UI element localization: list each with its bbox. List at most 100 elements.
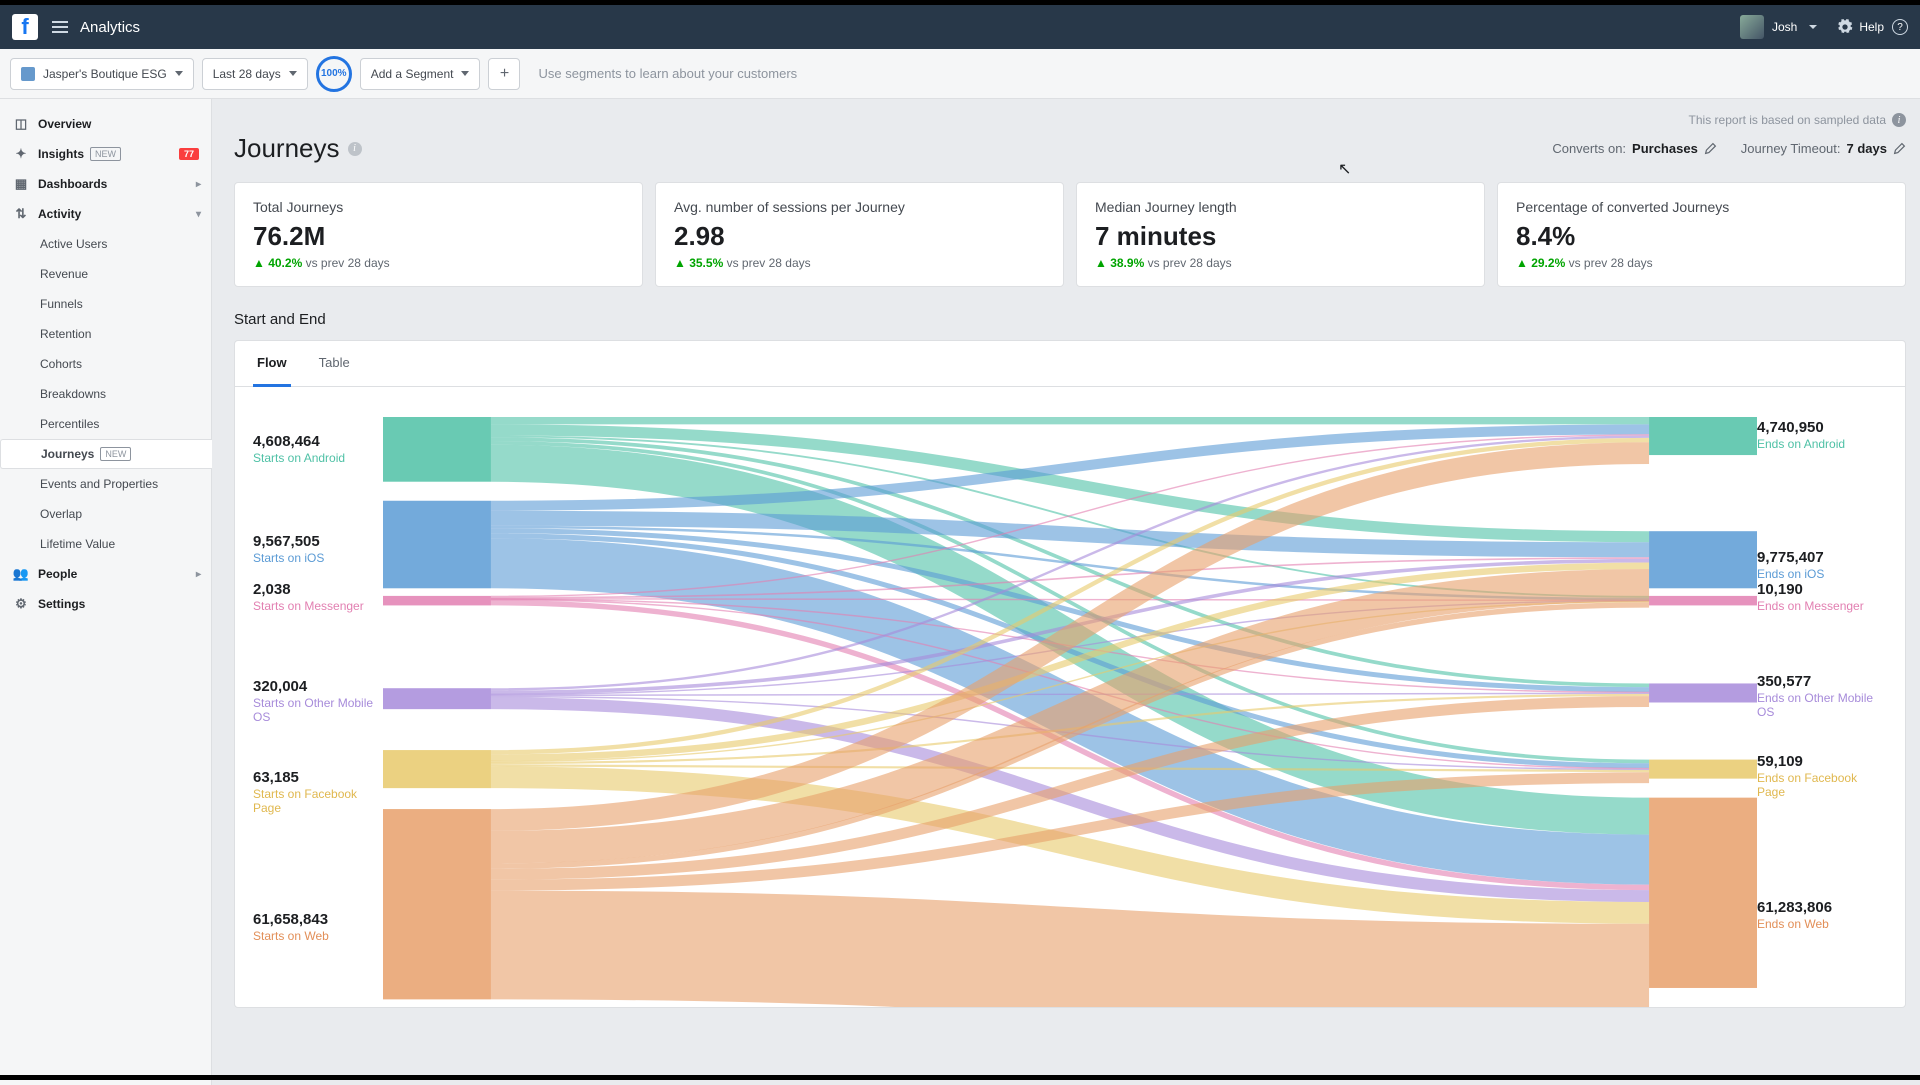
dashboards-icon: ▦ (12, 176, 30, 192)
kpi-delta: ▲ 40.2% vs prev 28 days (253, 256, 624, 270)
sankey-label: 9,775,407Ends on iOS (1757, 549, 1824, 581)
tab-flow[interactable]: Flow (253, 341, 291, 387)
kpi-card: Total Journeys76.2M▲ 40.2% vs prev 28 da… (234, 182, 643, 287)
chevron-down-icon: ▾ (196, 209, 201, 220)
help-label: Help (1859, 20, 1884, 34)
sidebar-label: Overview (38, 117, 91, 131)
kpi-delta: ▲ 29.2% vs prev 28 days (1516, 256, 1887, 270)
sidebar-label: Journeys (41, 447, 94, 461)
kpi-value: 2.98 (674, 221, 1045, 252)
sample-percent-indicator[interactable]: 100% (316, 56, 352, 92)
sidebar-item-breakdowns[interactable]: Breakdowns (0, 379, 211, 409)
sidebar-item-active-users[interactable]: Active Users (0, 229, 211, 259)
tabs: Flow Table (235, 341, 1905, 387)
people-icon: 👥 (12, 566, 30, 582)
sidebar-item-percentiles[interactable]: Percentiles (0, 409, 211, 439)
sidebar-item-funnels[interactable]: Funnels (0, 289, 211, 319)
add-segment-button[interactable]: Add a Segment (360, 58, 481, 90)
chevron-down-icon (1809, 25, 1817, 29)
sankey-label: 320,004Starts on Other Mobile OS (253, 678, 383, 725)
kpi-label: Percentage of converted Journeys (1516, 199, 1887, 215)
sidebar-item-dashboards[interactable]: ▦ Dashboards ▸ (0, 169, 211, 199)
sidebar: ◫ Overview ✦ Insights NEW 77 ▦ Dashboard… (0, 99, 212, 1085)
filter-bar: Jasper's Boutique ESG Last 28 days 100% … (0, 49, 1920, 99)
sankey-label: 2,038Starts on Messenger (253, 581, 364, 613)
kpi-card: Avg. number of sessions per Journey 2.98 ▲… (655, 182, 1064, 287)
sample-note-text: This report is based on sampled data (1689, 113, 1886, 127)
sample-note: This report is based on sampled data i (234, 113, 1906, 127)
count-badge: 77 (179, 148, 199, 160)
help-button[interactable]: Help ? (1859, 19, 1908, 35)
sankey-label: 10,190Ends on Messenger (1757, 581, 1864, 613)
sidebar-label: Percentiles (40, 417, 99, 431)
page-header: Journeys i ↖ Converts on: Purchases Jour… (234, 133, 1906, 164)
sankey-label: 4,740,950Ends on Android (1757, 419, 1845, 451)
sidebar-item-lifetime-value[interactable]: Lifetime Value (0, 529, 211, 559)
segment-hint: Use segments to learn about your custome… (538, 66, 797, 81)
sankey-label: 9,567,505Starts on iOS (253, 533, 324, 565)
tab-table[interactable]: Table (315, 341, 354, 386)
cursor-icon: ↖ (1338, 159, 1351, 179)
sidebar-label: Settings (38, 597, 85, 611)
sidebar-item-events-and-properties[interactable]: Events and Properties (0, 469, 211, 499)
sankey-label: 63,185Starts on Facebook Page (253, 769, 383, 816)
sidebar-item-insights[interactable]: ✦ Insights NEW 77 (0, 139, 211, 169)
sidebar-label: Retention (40, 327, 91, 341)
project-name: Jasper's Boutique ESG (43, 67, 167, 81)
sidebar-item-settings[interactable]: ⚙ Settings (0, 589, 211, 619)
chevron-down-icon (461, 71, 469, 76)
sidebar-label: Insights (38, 147, 84, 161)
sidebar-item-people[interactable]: 👥 People ▸ (0, 559, 211, 589)
sidebar-label: Dashboards (38, 177, 107, 191)
chevron-right-icon: ▸ (196, 569, 201, 580)
converts-on[interactable]: Converts on: Purchases (1552, 141, 1716, 156)
top-bar: f Analytics Josh Help ? (0, 5, 1920, 49)
date-range-selector[interactable]: Last 28 days (202, 58, 308, 90)
sidebar-item-activity[interactable]: ⇅ Activity ▾ (0, 199, 211, 229)
kpi-card: Percentage of converted Journeys 8.4% ▲ 29… (1497, 182, 1906, 287)
sidebar-label: Breakdowns (40, 387, 106, 401)
sidebar-item-revenue[interactable]: Revenue (0, 259, 211, 289)
sidebar-item-cohorts[interactable]: Cohorts (0, 349, 211, 379)
sample-percent-value: 100% (321, 68, 347, 79)
kpi-value: 7 minutes (1095, 221, 1466, 252)
section-title: Start and End (234, 311, 1906, 340)
meta-label: Converts on: (1552, 141, 1626, 156)
sankey-label: 61,283,806Ends on Web (1757, 899, 1832, 931)
sidebar-label: Lifetime Value (40, 537, 115, 551)
info-icon[interactable]: i (1892, 113, 1906, 127)
pencil-icon (1893, 142, 1906, 155)
chevron-right-icon: ▸ (196, 179, 201, 190)
sidebar-label: Overlap (40, 507, 82, 521)
sidebar-item-overview[interactable]: ◫ Overview (0, 109, 211, 139)
sidebar-label: Active Users (40, 237, 107, 251)
settings-button[interactable] (1837, 19, 1853, 35)
kpi-label: Avg. number of sessions per Journey (674, 199, 1045, 215)
user-menu[interactable]: Josh (1740, 15, 1817, 39)
project-selector[interactable]: Jasper's Boutique ESG (10, 58, 194, 90)
sankey-label: 61,658,843Starts on Web (253, 911, 329, 943)
sidebar-label: Activity (38, 207, 81, 221)
meta-value: 7 days (1847, 141, 1887, 156)
avatar (1740, 15, 1764, 39)
kpi-delta: ▲ 38.9% vs prev 28 days (1095, 256, 1466, 270)
kpi-delta: ▲ 35.5% vs prev 28 days (674, 256, 1045, 270)
new-badge: NEW (100, 447, 131, 461)
page-title: Journeys i (234, 133, 362, 164)
kpi-value: 8.4% (1516, 221, 1887, 252)
sidebar-item-retention[interactable]: Retention (0, 319, 211, 349)
sidebar-item-journeys[interactable]: Journeys NEW (0, 439, 212, 469)
chevron-down-icon (289, 71, 297, 76)
add-button[interactable]: + (488, 58, 520, 90)
hamburger-menu-icon[interactable] (52, 21, 68, 33)
sankey-label: 4,608,464Starts on Android (253, 433, 345, 465)
overview-icon: ◫ (12, 116, 30, 132)
date-range-label: Last 28 days (213, 67, 281, 81)
info-icon[interactable]: i (348, 142, 362, 156)
help-icon: ? (1892, 19, 1908, 35)
sidebar-item-overlap[interactable]: Overlap (0, 499, 211, 529)
facebook-logo-icon[interactable]: f (12, 14, 38, 40)
sidebar-label: Revenue (40, 267, 88, 281)
journey-timeout[interactable]: Journey Timeout: 7 days (1741, 141, 1906, 156)
insights-icon: ✦ (12, 146, 30, 162)
